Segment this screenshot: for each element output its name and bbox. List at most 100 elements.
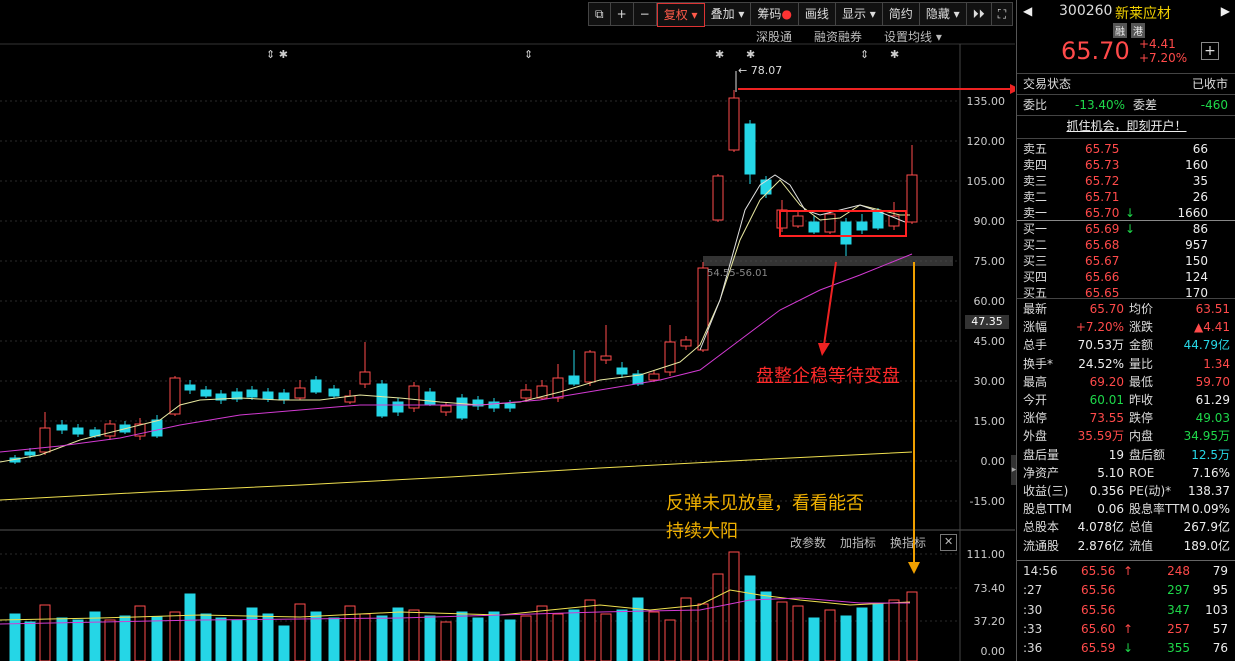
y-tick: 105.00 <box>966 175 1006 188</box>
stat-label: 总手 <box>1023 338 1048 353</box>
stat-value: 7.16% <box>1191 465 1230 480</box>
bid-row[interactable]: 买四 65.66 124 <box>1017 269 1235 286</box>
ask-price: 65.73 <box>1085 158 1120 172</box>
tick-row: :30 65.56 347 103 <box>1017 602 1235 619</box>
bid-price: 65.65 <box>1085 286 1120 300</box>
stat-value: +7.20% <box>1075 320 1124 335</box>
ask-row[interactable]: 卖四 65.73 160 <box>1017 157 1235 174</box>
stat-label: 最高 <box>1023 374 1048 389</box>
bid-row[interactable]: 买二 65.68 957 <box>1017 237 1235 254</box>
tick-time: :30 <box>1023 602 1043 617</box>
stat-row: 换手* 24.52% 量比 1.34 <box>1017 356 1235 373</box>
stat-value: 35.59万 <box>1077 429 1124 444</box>
stat-label: 股息TTM <box>1023 502 1072 517</box>
bid-volume: 150 <box>1185 254 1208 268</box>
tick-volume: 257 <box>1167 621 1190 636</box>
stat-value: 24.52% <box>1078 356 1124 371</box>
tick-volume: 297 <box>1167 583 1190 598</box>
open-account-link[interactable]: 抓住机会，即刻开户！ <box>1017 118 1235 135</box>
stat-row: 收益(三) 0.356 PE(动)* 138.37 <box>1017 483 1235 500</box>
high-label: ← 78.07 <box>738 64 783 77</box>
candlestick-svg: ⇕ ✱ ⇕ ✱ ✱ ⇕ ✱ <box>0 43 1015 661</box>
tick-time: 14:56 <box>1023 564 1058 578</box>
kline-chart-area[interactable]: ⧉ + − 复权 ▾ 叠加 ▾ 筹码● 画线 显示 ▾ 简约 隐藏 ▾ ⏵⏵ ⛶… <box>0 0 1017 661</box>
add-watchlist-icon[interactable]: + <box>1201 42 1219 60</box>
ask-row[interactable]: 卖三 65.72 35 <box>1017 173 1235 190</box>
ask-volume: 35 <box>1192 174 1208 188</box>
bid-label: 买二 <box>1023 238 1048 252</box>
tick-time: :36 <box>1023 641 1043 656</box>
stat-value: 2.876亿 <box>1077 538 1124 553</box>
stat-label: 内盘 <box>1129 429 1154 444</box>
stat-label: 涨跌 <box>1129 320 1154 335</box>
stat-value: 61.29 <box>1195 393 1230 407</box>
next-stock-icon[interactable]: ▶ <box>1221 4 1230 18</box>
y-tick: 30.00 <box>973 375 1006 388</box>
stat-label: 净资产 <box>1023 465 1060 480</box>
stat-value: 60.01 <box>1089 393 1124 407</box>
stat-row: 股息TTM 0.06 股息率TTM 0.09% <box>1017 501 1235 518</box>
tick-arrow-icon: ↑ <box>1123 621 1134 636</box>
stat-value: 189.0亿 <box>1183 538 1230 553</box>
stat-value: 73.55 <box>1089 411 1124 426</box>
stat-label: 昨收 <box>1129 393 1154 407</box>
vol-y-tick: 0.00 <box>980 645 1006 658</box>
vol-y-tick: 73.40 <box>973 582 1006 595</box>
tick-count: 95 <box>1212 583 1228 598</box>
ask-label: 卖三 <box>1023 174 1048 188</box>
stat-label: 最新 <box>1023 302 1048 316</box>
stat-row: 盘后量 19 盘后额 12.5万 <box>1017 447 1235 464</box>
prev-stock-icon[interactable]: ◀ <box>1023 4 1032 18</box>
bid-row[interactable]: 买一 65.69 ↓ 86 <box>1017 221 1235 238</box>
svg-text:⇕: ⇕ <box>860 48 869 61</box>
stat-label: 均价 <box>1129 302 1154 316</box>
quote-panel: ◀ ▶ 300260 新莱应材 融 港 65.70 +4.41 +7.20% +… <box>1016 0 1235 661</box>
stat-label: 今开 <box>1023 393 1048 407</box>
stat-row: 涨幅 +7.20% 涨跌 ▲4.41 <box>1017 319 1235 336</box>
bid-volume: 124 <box>1185 270 1208 284</box>
stat-row: 流通股 2.876亿 流值 189.0亿 <box>1017 538 1235 555</box>
stat-row: 涨停 73.55 跌停 49.03 <box>1017 410 1235 427</box>
stat-label: 收益(三) <box>1023 484 1069 498</box>
bid-volume: 170 <box>1185 286 1208 300</box>
bid-row[interactable]: 买三 65.67 150 <box>1017 253 1235 270</box>
vol-y-tick: 111.00 <box>966 548 1006 561</box>
last-price: 65.70 <box>1061 37 1130 65</box>
gap-label: 54.55-56.01 <box>707 268 768 279</box>
stat-value: 44.79亿 <box>1183 338 1230 353</box>
bid-volume: 86 <box>1192 222 1208 236</box>
annotation-consolidation: 盘整企稳等待变盘 <box>756 366 900 387</box>
svg-text:✱: ✱ <box>746 48 755 61</box>
y-tick: 135.00 <box>966 95 1006 108</box>
tick-volume: 248 <box>1167 564 1190 578</box>
ask-row[interactable]: 卖二 65.71 26 <box>1017 189 1235 206</box>
y-tick: 45.00 <box>973 335 1006 348</box>
stat-label: 流通股 <box>1023 538 1060 553</box>
stat-label: 总值 <box>1129 520 1154 535</box>
svg-text:✱: ✱ <box>715 48 724 61</box>
edit-params-link[interactable]: 改参数 <box>790 534 826 551</box>
ask-label: 卖五 <box>1023 142 1048 156</box>
switch-indicator-link[interactable]: 换指标 <box>890 534 926 551</box>
stat-label: 金额 <box>1129 338 1154 353</box>
stat-value: 4.078亿 <box>1077 520 1124 535</box>
ask-row[interactable]: 卖五 65.75 66 <box>1017 141 1235 158</box>
tick-price: 65.56 <box>1081 564 1116 578</box>
add-indicator-link[interactable]: 加指标 <box>840 534 876 551</box>
stat-value: 70.53万 <box>1077 338 1124 353</box>
stat-value: 267.9亿 <box>1183 520 1230 535</box>
hk-badge: 港 <box>1131 23 1145 38</box>
stat-value: 5.10 <box>1097 465 1124 480</box>
trade-status-value: 已收市 <box>1191 77 1228 91</box>
close-icon[interactable]: ✕ <box>940 534 958 551</box>
bid-row[interactable]: 买五 65.65 170 <box>1017 285 1235 302</box>
stat-row: 最新 65.70 均价 63.51 <box>1017 301 1235 318</box>
bid-label: 买一 <box>1023 222 1048 236</box>
ask-price: 65.71 <box>1085 190 1120 204</box>
y-tick: -15.00 <box>969 495 1005 508</box>
bid-volume: 957 <box>1185 238 1208 252</box>
stock-code: 300260 <box>1059 3 1113 19</box>
order-ratio-value: -13.40% <box>1075 98 1126 112</box>
y-tick: 90.00 <box>973 215 1006 228</box>
stat-value: ▲4.41 <box>1194 320 1230 335</box>
